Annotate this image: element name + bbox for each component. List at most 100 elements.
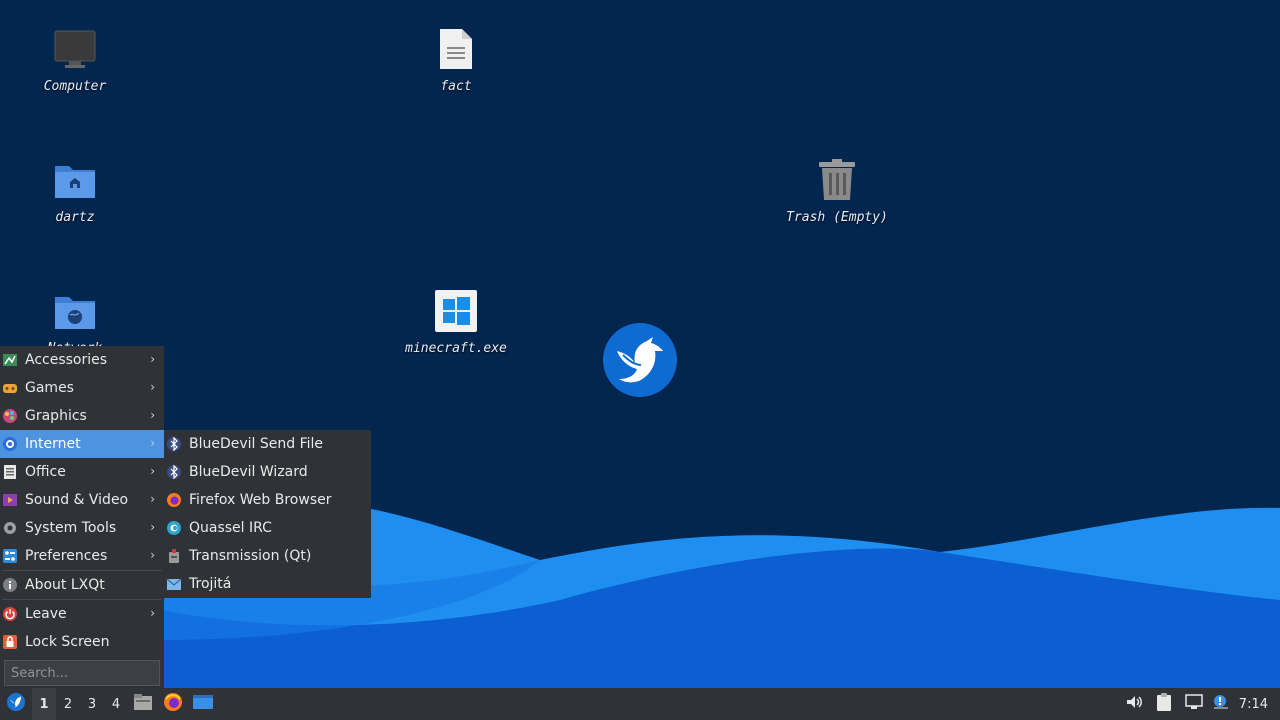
chevron-right-icon: › [150, 548, 155, 562]
computer-icon [51, 25, 99, 73]
preferences-icon [2, 548, 18, 564]
menu-item-about[interactable]: About LXQt [0, 571, 164, 599]
system-tray: 7:14 [1119, 688, 1280, 720]
quassel-icon [166, 520, 182, 536]
submenu-item-trojita[interactable]: Trojitá [164, 570, 371, 598]
menu-item-accessories[interactable]: Accessories › [0, 346, 164, 374]
desktop-icon-fact[interactable]: fact [391, 25, 521, 94]
network-icon [1185, 694, 1203, 714]
desktop-icon-trash[interactable]: Trash (Empty) [772, 156, 902, 225]
desktop-icon-computer[interactable]: Computer [10, 25, 140, 94]
menu-item-office[interactable]: Office › [0, 458, 164, 486]
power-icon [2, 606, 18, 622]
menu-item-sound-video[interactable]: Sound & Video › [0, 486, 164, 514]
internet-icon [2, 436, 18, 452]
submenu-item-bluedevil-wizard[interactable]: BlueDevil Wizard [164, 458, 371, 486]
network-button[interactable] [1179, 688, 1209, 720]
desktop-icon-label: dartz [55, 210, 95, 225]
menu-item-internet[interactable]: Internet › [0, 430, 164, 458]
menu-item-label: Lock Screen [25, 634, 110, 650]
desktop-icon-minecraft[interactable]: minecraft.exe [391, 287, 521, 356]
chevron-right-icon: › [150, 492, 155, 506]
chevron-right-icon: › [150, 464, 155, 478]
menu-item-label: Preferences [25, 548, 108, 564]
chevron-right-icon: › [150, 380, 155, 394]
transmission-icon [166, 548, 182, 564]
show-desktop-button[interactable] [188, 688, 218, 720]
file-manager-launcher[interactable] [128, 688, 158, 720]
submenu-item-firefox[interactable]: Firefox Web Browser [164, 486, 371, 514]
updates-button[interactable] [1209, 688, 1233, 720]
firefox-icon [166, 492, 182, 508]
lock-icon [2, 634, 18, 650]
menu-item-label: Games [25, 380, 74, 396]
desktop-switch-2[interactable]: 2 [56, 688, 80, 720]
submenu-item-label: Quassel IRC [189, 520, 272, 536]
clipboard-icon [1155, 692, 1173, 716]
desktop-icon-label: Computer [43, 79, 107, 94]
windows-exe-icon [432, 287, 480, 335]
firefox-launcher[interactable] [158, 688, 188, 720]
desktop-icon-label: minecraft.exe [405, 341, 507, 356]
lxqt-menu-icon [6, 692, 26, 716]
games-icon [2, 380, 18, 396]
clipboard-button[interactable] [1149, 688, 1179, 720]
menu-item-graphics[interactable]: Graphics › [0, 402, 164, 430]
bluetooth-icon [166, 464, 182, 480]
menu-item-games[interactable]: Games › [0, 374, 164, 402]
submenu-item-label: Trojitá [189, 576, 232, 592]
menu-item-label: Accessories [25, 352, 108, 368]
main-menu-button[interactable] [0, 688, 32, 720]
system-tools-icon [2, 520, 18, 536]
menu-item-label: System Tools [25, 520, 117, 536]
lxqt-logo [603, 323, 677, 397]
desktop-switch-1[interactable]: 1 [32, 688, 56, 720]
clock[interactable]: 7:14 [1233, 697, 1280, 712]
office-icon [2, 464, 18, 480]
menu-search-input[interactable] [4, 660, 160, 686]
chevron-right-icon: › [150, 606, 155, 620]
submenu-item-label: Firefox Web Browser [189, 492, 332, 508]
about-icon [2, 577, 18, 593]
menu-item-label: Sound & Video [25, 492, 129, 508]
desktop-switch-4[interactable]: 4 [104, 688, 128, 720]
desktop-icon-home[interactable]: dartz [10, 156, 140, 225]
home-folder-icon [51, 156, 99, 204]
update-notifier-icon [1213, 694, 1229, 714]
sound-video-icon [2, 492, 18, 508]
menu-item-label: Graphics [25, 408, 87, 424]
graphics-icon [2, 408, 18, 424]
bluetooth-icon [166, 436, 182, 452]
internet-submenu: BlueDevil Send File BlueDevil Wizard Fir… [164, 430, 371, 598]
menu-item-leave[interactable]: Leave › [0, 600, 164, 628]
show-desktop-icon [192, 693, 214, 715]
text-file-icon [432, 25, 480, 73]
desktop-icon-label: fact [440, 79, 472, 94]
menu-item-label: Office [25, 464, 66, 480]
menu-item-label: Leave [25, 606, 67, 622]
submenu-item-label: BlueDevil Send File [189, 436, 324, 452]
chevron-right-icon: › [150, 352, 155, 366]
menu-item-label: About LXQt [25, 577, 105, 593]
menu-item-label: Internet [25, 436, 81, 452]
accessories-icon [2, 352, 18, 368]
volume-button[interactable] [1119, 688, 1149, 720]
submenu-item-bluedevil-send-file[interactable]: BlueDevil Send File [164, 430, 371, 458]
file-manager-icon [133, 693, 153, 715]
menu-item-lock-screen[interactable]: Lock Screen [0, 628, 164, 656]
menu-item-system-tools[interactable]: System Tools › [0, 514, 164, 542]
submenu-item-label: BlueDevil Wizard [189, 464, 308, 480]
desktop-switch-3[interactable]: 3 [80, 688, 104, 720]
chevron-right-icon: › [150, 436, 155, 450]
submenu-item-quassel-irc[interactable]: Quassel IRC [164, 514, 371, 542]
chevron-right-icon: › [150, 408, 155, 422]
submenu-item-transmission[interactable]: Transmission (Qt) [164, 542, 371, 570]
mail-icon [166, 576, 182, 592]
menu-item-preferences[interactable]: Preferences › [0, 542, 164, 570]
desktop-icon-label: Trash (Empty) [786, 210, 888, 225]
taskbar: 1 2 3 4 7:14 [0, 688, 1280, 720]
trash-icon [813, 156, 861, 204]
firefox-icon [163, 692, 183, 716]
network-folder-icon [51, 287, 99, 335]
chevron-right-icon: › [150, 520, 155, 534]
